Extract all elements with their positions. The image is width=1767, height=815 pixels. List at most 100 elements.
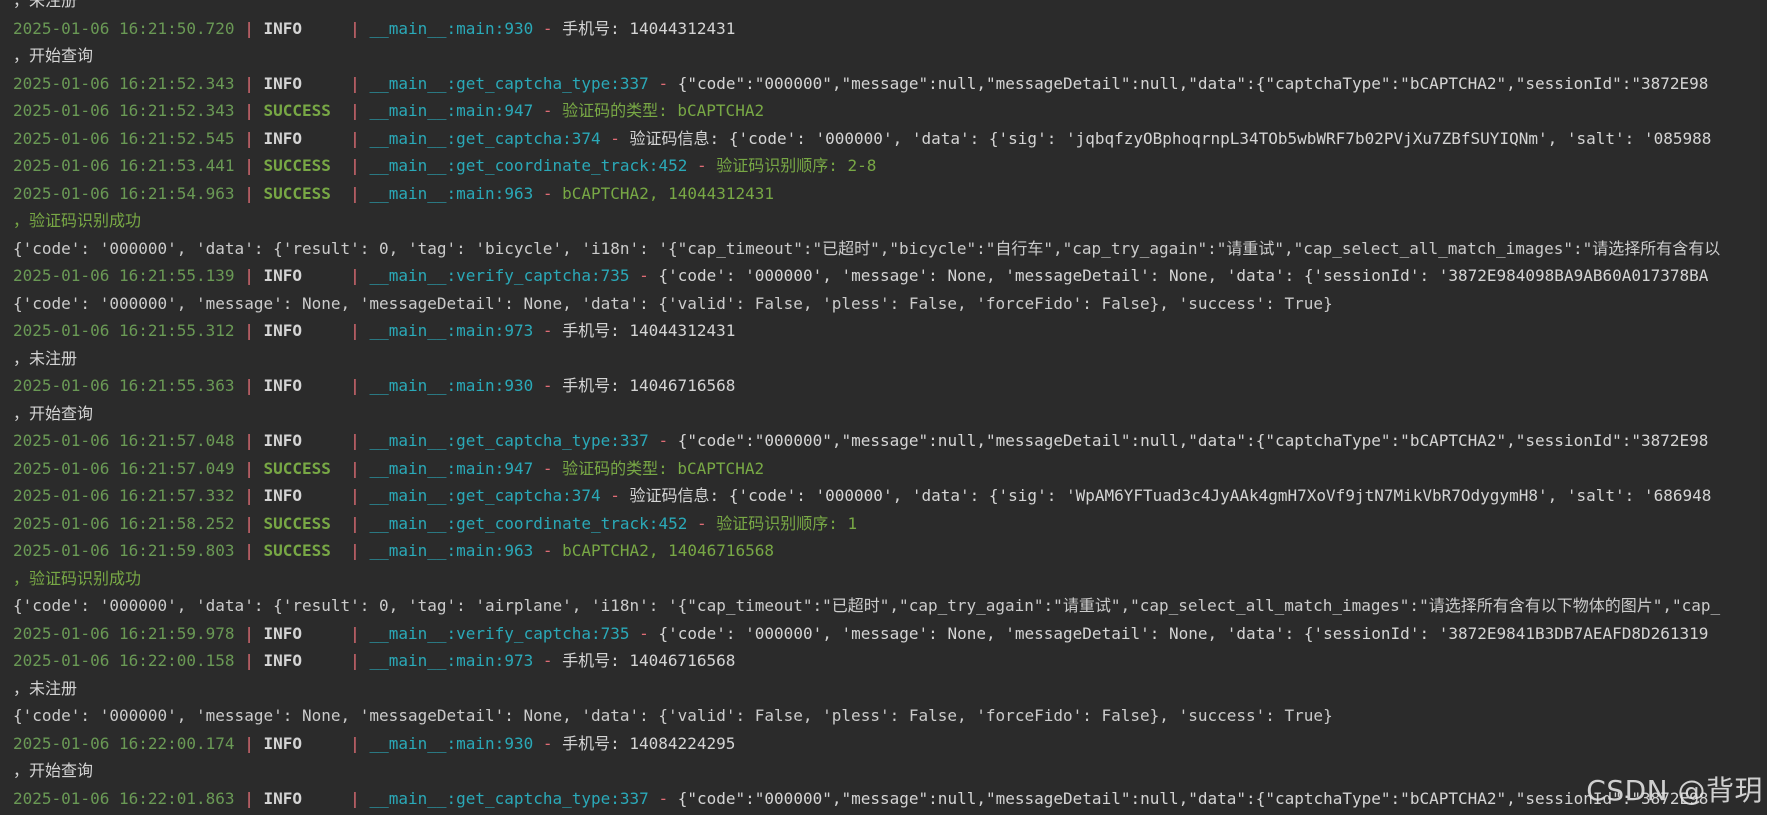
log-separator: |: [340, 623, 370, 643]
log-line: 2025-01-06 16:21:52.343 | INFO | __main_…: [13, 70, 1767, 98]
log-dash: -: [533, 376, 563, 395]
log-separator: |: [234, 73, 264, 93]
log-line-number: 337: [619, 431, 649, 450]
log-level: INFO: [263, 623, 341, 643]
log-message: 手机号: 14046716568: [562, 376, 736, 395]
log-line: ，开始查询: [13, 42, 1767, 70]
log-separator: |: [340, 458, 370, 478]
log-line-number: 947: [504, 458, 534, 478]
log-message: {"code":"000000","message":null,"message…: [677, 788, 1709, 808]
log-dash: -: [533, 101, 563, 120]
log-message: 验证码识别顺序: 2-8: [716, 156, 877, 175]
log-separator: |: [340, 376, 370, 395]
log-timestamp: 2025-01-06 16:21:57.049: [13, 458, 235, 478]
log-location: __main__:main: [369, 183, 495, 203]
log-timestamp: 2025-01-06 16:21:54.963: [13, 183, 235, 203]
log-lines: ，未注册 2025-01-06 16:21:50.720 | INFO | __m…: [13, 0, 1767, 812]
log-message: {"code":"000000","message":null,"message…: [677, 73, 1709, 93]
log-location: __main__:get_captcha: [369, 128, 563, 148]
log-dash: -: [648, 431, 678, 450]
log-continuation: ，开始查询: [13, 403, 94, 423]
log-separator: |: [340, 156, 370, 175]
log-location: __main__:verify_captcha: [369, 266, 591, 285]
log-location: __main__:main: [369, 18, 495, 38]
log-timestamp: 2025-01-06 16:21:52.343: [13, 73, 235, 93]
log-timestamp: 2025-01-06 16:22:00.174: [13, 733, 235, 753]
log-separator: |: [340, 18, 370, 38]
log-colon: :: [591, 266, 601, 285]
log-continuation: ，验证码识别成功: [13, 211, 142, 230]
log-timestamp: 2025-01-06 16:21:52.343: [13, 101, 235, 120]
log-colon: :: [610, 788, 620, 808]
log-message: bCAPTCHA2, 14046716568: [562, 541, 775, 560]
log-line-number: 337: [619, 73, 649, 93]
log-timestamp: 2025-01-06 16:21:53.441: [13, 156, 235, 175]
log-message: 手机号: 14044312431: [562, 321, 736, 340]
log-colon: :: [494, 541, 505, 560]
log-line-number: 930: [504, 733, 534, 753]
log-separator: |: [234, 128, 264, 148]
log-line: {'code': '000000', 'data': {'result': 0,…: [13, 235, 1767, 263]
log-line: 2025-01-06 16:21:52.545 | INFO | __main_…: [13, 125, 1767, 153]
log-level: INFO: [263, 651, 341, 670]
log-timestamp: 2025-01-06 16:22:00.158: [13, 651, 235, 670]
log-message: bCAPTCHA2, 14044312431: [562, 183, 775, 203]
log-separator: |: [234, 458, 264, 478]
log-message: {"code":"000000","message":null,"message…: [677, 431, 1709, 450]
log-separator: |: [340, 183, 370, 203]
log-colon: :: [610, 73, 620, 93]
log-level: INFO: [263, 18, 341, 38]
log-line-number: 452: [658, 513, 688, 533]
log-line-number: 374: [571, 128, 601, 148]
log-line-number: 930: [504, 376, 534, 395]
log-location: __main__:get_coordinate_track: [369, 156, 649, 175]
log-colon: :: [494, 321, 505, 340]
log-location: __main__:main: [369, 376, 495, 395]
log-timestamp: 2025-01-06 16:21:57.048: [13, 431, 235, 450]
log-continuation: ，未注册: [13, 348, 78, 368]
log-location: __main__:verify_captcha: [369, 623, 591, 643]
console-output[interactable]: ，未注册 2025-01-06 16:21:50.720 | INFO | __m…: [0, 0, 1767, 815]
log-line: 2025-01-06 16:21:55.312 | INFO | __main_…: [13, 317, 1767, 345]
log-line-number: 735: [600, 266, 630, 285]
log-separator: |: [340, 486, 370, 505]
log-dash: -: [629, 266, 659, 285]
log-separator: |: [340, 733, 370, 753]
log-line: 2025-01-06 16:21:57.332 | INFO | __main_…: [13, 482, 1767, 510]
log-line: 2025-01-06 16:21:57.048 | INFO | __main_…: [13, 427, 1767, 455]
log-line: 2025-01-06 16:21:55.363 | INFO | __main_…: [13, 372, 1767, 400]
log-line: {'code': '000000', 'message': None, 'mes…: [13, 290, 1767, 318]
log-timestamp: 2025-01-06 16:21:50.720: [13, 18, 235, 38]
log-dash: -: [533, 733, 563, 753]
log-timestamp: 2025-01-06 16:21:57.332: [13, 486, 235, 505]
log-line-number: 930: [504, 18, 534, 38]
log-location: __main__:main: [369, 733, 495, 753]
print-output: {'code': '000000', 'data': {'result': 0,…: [13, 596, 1721, 615]
log-timestamp: 2025-01-06 16:21:52.545: [13, 128, 235, 148]
log-location: __main__:get_captcha_type: [369, 788, 611, 808]
log-colon: :: [494, 18, 505, 38]
log-separator: |: [234, 321, 264, 340]
log-level: INFO: [263, 376, 341, 395]
log-continuation: ，开始查询: [13, 761, 94, 780]
log-separator: |: [234, 733, 264, 753]
log-message: 验证码的类型: bCAPTCHA2: [562, 101, 765, 120]
log-dash: -: [600, 486, 630, 505]
log-dash: -: [533, 18, 563, 38]
log-separator: |: [340, 541, 370, 560]
log-line-number: 963: [504, 541, 534, 560]
log-level: INFO: [263, 266, 341, 285]
log-line-number: 973: [504, 651, 534, 670]
log-colon: :: [591, 623, 601, 643]
log-dash: -: [533, 183, 563, 203]
log-location: __main__:main: [369, 541, 495, 560]
print-output: {'code': '000000', 'message': None, 'mes…: [13, 706, 1333, 725]
log-continuation: ，未注册: [13, 678, 78, 698]
log-timestamp: 2025-01-06 16:21:59.978: [13, 623, 235, 643]
log-level: SUCCESS: [263, 183, 341, 203]
log-continuation: ，验证码识别成功: [13, 568, 142, 588]
log-level: INFO: [263, 321, 341, 340]
log-separator: |: [340, 431, 370, 450]
log-message: 验证码识别顺序: 1: [716, 513, 858, 533]
log-line: {'code': '000000', 'data': {'result': 0,…: [13, 592, 1767, 620]
